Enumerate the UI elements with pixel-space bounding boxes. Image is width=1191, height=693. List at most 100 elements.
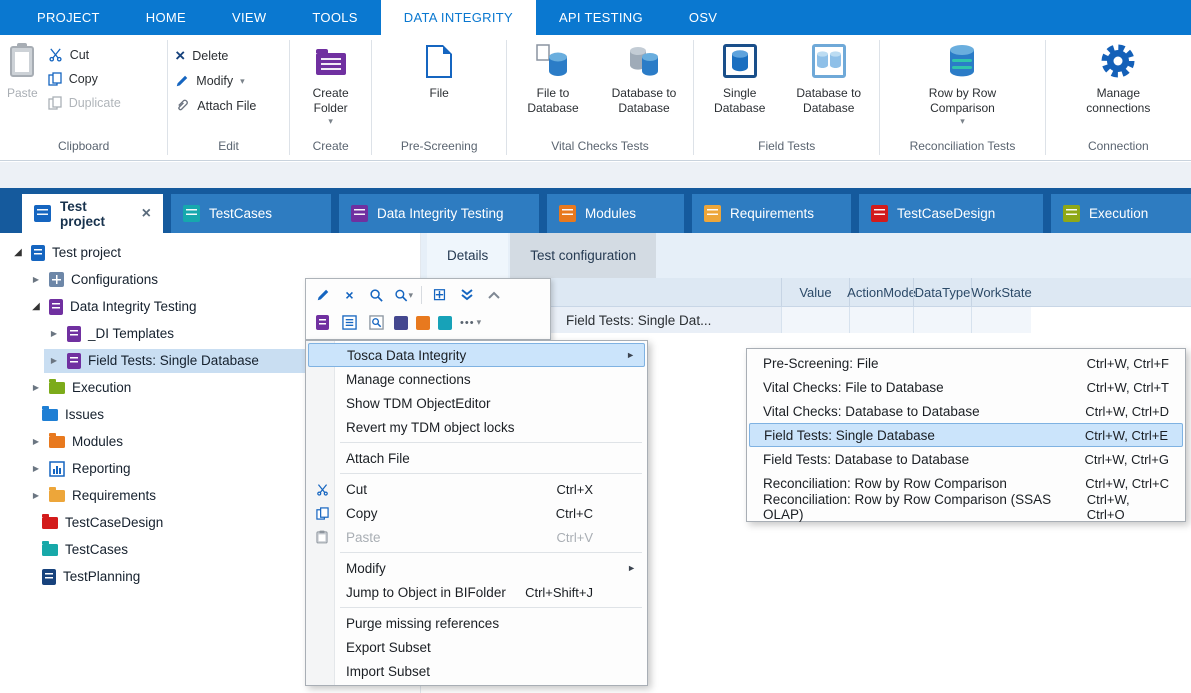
tree-label: TestCases	[65, 542, 128, 557]
chevron-collapsed-icon[interactable]: ▶	[30, 275, 42, 284]
group-label-edit: Edit	[168, 139, 289, 160]
tab-details[interactable]: Details	[427, 233, 508, 278]
submenu-item-vital-file-to-database[interactable]: Vital Checks: File to Database Ctrl+W, C…	[749, 375, 1183, 399]
tree-item-test-project[interactable]: ◢ Test project	[0, 239, 420, 266]
testcases-icon	[183, 205, 200, 222]
duplicate-button[interactable]: Duplicate	[44, 96, 125, 110]
menu-item-label: Paste	[346, 530, 381, 545]
testplanning-icon	[42, 569, 56, 585]
row-by-row-dropdown-icon[interactable]: ▾	[960, 116, 965, 127]
submenu-item-field-tests-database-to-database[interactable]: Field Tests: Database to Database Ctrl+W…	[749, 447, 1183, 471]
chevron-collapsed-icon[interactable]: ▶	[30, 464, 42, 473]
chevron-collapsed-icon[interactable]: ▶	[48, 356, 60, 365]
menu-item-tosca-data-integrity[interactable]: Tosca Data Integrity ►	[308, 343, 645, 367]
object-list-icon[interactable]	[340, 313, 359, 332]
search-dropdown-icon[interactable]: ▾	[394, 286, 413, 305]
search-box-icon[interactable]	[367, 313, 386, 332]
menu-osv[interactable]: OSV	[666, 0, 740, 35]
grid-cell-datatype[interactable]	[913, 307, 971, 333]
attach-file-button[interactable]: Attach File	[171, 98, 260, 113]
move-up-icon[interactable]	[484, 286, 503, 305]
menu-home[interactable]: HOME	[123, 0, 209, 35]
tab-modules[interactable]: Modules	[547, 194, 684, 233]
manage-connections-button[interactable]: Manage connections	[1070, 37, 1166, 139]
tab-testcasedesign[interactable]: TestCaseDesign	[859, 194, 1043, 233]
create-folder-label: Create Folder	[298, 86, 364, 116]
submenu-item-vital-database-to-database[interactable]: Vital Checks: Database to Database Ctrl+…	[749, 399, 1183, 423]
menu-separator	[340, 552, 642, 553]
expand-all-icon[interactable]: ⊞	[430, 286, 449, 305]
chevron-collapsed-icon[interactable]: ▶	[30, 437, 42, 446]
menu-item-purge-missing-references[interactable]: Purge missing references	[308, 611, 645, 635]
menu-api-testing[interactable]: API TESTING	[536, 0, 666, 35]
submenu-item-reconciliation-row-by-row-ssas[interactable]: Reconciliation: Row by Row Comparison (S…	[749, 495, 1183, 519]
submenu-item-field-tests-single-database[interactable]: Field Tests: Single Database Ctrl+W, Ctr…	[749, 423, 1183, 447]
chevron-collapsed-icon[interactable]: ▶	[30, 383, 42, 392]
menu-tools[interactable]: TOOLS	[289, 0, 380, 35]
menu-item-manage-connections[interactable]: Manage connections	[308, 367, 645, 391]
grid-col-value[interactable]: Value	[781, 278, 849, 306]
menu-item-copy[interactable]: Copy Ctrl+C	[308, 501, 645, 525]
grid-col-actionmode[interactable]: ActionMode	[849, 278, 913, 306]
paste-button[interactable]: Paste	[3, 37, 42, 139]
menu-item-modify[interactable]: Modify ►	[308, 556, 645, 580]
submenu-shortcut: Ctrl+W, Ctrl+G	[1084, 452, 1169, 467]
close-tab-icon[interactable]: ×	[136, 206, 151, 222]
menu-item-export-subset[interactable]: Export Subset	[308, 635, 645, 659]
orange-category-icon[interactable]	[416, 316, 430, 330]
file-to-database-button[interactable]: File to Database	[510, 37, 596, 139]
menu-item-import-subset[interactable]: Import Subset	[308, 659, 645, 683]
delete-button[interactable]: × Delete	[171, 47, 260, 64]
submenu-item-pre-screening-file[interactable]: Pre-Screening: File Ctrl+W, Ctrl+F	[749, 351, 1183, 375]
di-object-icon[interactable]	[313, 313, 332, 332]
create-folder-dropdown-icon[interactable]: ▾	[328, 116, 333, 127]
menu-item-paste[interactable]: Paste Ctrl+V	[308, 525, 645, 549]
tab-requirements[interactable]: Requirements	[692, 194, 851, 233]
menu-project[interactable]: PROJECT	[14, 0, 123, 35]
chevron-collapsed-icon[interactable]: ▶	[48, 329, 60, 338]
menu-item-show-tdm-objecteditor[interactable]: Show TDM ObjectEditor	[308, 391, 645, 415]
tab-test-project[interactable]: Test project ×	[22, 194, 163, 233]
tab-execution[interactable]: Execution	[1051, 194, 1191, 233]
more-options-icon[interactable]: •••▾	[460, 317, 482, 329]
tab-testcases[interactable]: TestCases	[171, 194, 331, 233]
teal-category-icon[interactable]	[438, 316, 452, 330]
manage-connections-label: Manage connections	[1074, 86, 1162, 116]
pre-screening-file-button[interactable]: File	[406, 37, 472, 139]
single-database-icon	[723, 44, 757, 78]
grid-col-workstate[interactable]: WorkState	[971, 278, 1031, 306]
menu-item-jump-to-object[interactable]: Jump to Object in BIFolder Ctrl+Shift+J	[308, 580, 645, 604]
copy-button[interactable]: Copy	[44, 72, 125, 86]
chevron-expanded-icon[interactable]: ◢	[12, 247, 24, 258]
edit-icon[interactable]	[313, 286, 332, 305]
cut-button[interactable]: Cut	[44, 47, 125, 62]
tab-data-integrity-testing[interactable]: Data Integrity Testing	[339, 194, 539, 233]
row-by-row-comparison-button[interactable]: Row by Row Comparison ▾	[906, 37, 1018, 139]
single-database-button[interactable]: Single Database	[699, 37, 781, 139]
grid-cell-actionmode[interactable]	[849, 307, 913, 333]
menu-item-attach-file[interactable]: Attach File	[308, 446, 645, 470]
chevron-collapsed-icon[interactable]: ▶	[30, 491, 42, 500]
grid-col-datatype[interactable]: DataType	[913, 278, 971, 306]
search-icon[interactable]	[367, 286, 386, 305]
modify-dropdown-icon[interactable]: ▾	[240, 76, 245, 87]
field-database-to-database-button[interactable]: Database to Database	[783, 37, 875, 139]
ribbon-group-field-tests: Single Database Database to Database Fie…	[694, 35, 879, 160]
delete-icon[interactable]: ×	[340, 286, 359, 305]
menu-item-cut[interactable]: Cut Ctrl+X	[308, 477, 645, 501]
ribbon-group-reconciliation: Row by Row Comparison ▾ Reconciliation T…	[880, 35, 1044, 160]
menu-item-revert-tdm-locks[interactable]: Revert my TDM object locks	[308, 415, 645, 439]
create-folder-icon	[316, 53, 346, 75]
menu-data-integrity[interactable]: DATA INTEGRITY	[381, 0, 536, 35]
move-down-icon[interactable]	[457, 286, 476, 305]
vital-database-to-database-button[interactable]: Database to Database	[598, 37, 690, 139]
menu-view[interactable]: VIEW	[209, 0, 289, 35]
navy-category-icon[interactable]	[394, 316, 408, 330]
create-folder-button[interactable]: Create Folder ▾	[294, 37, 368, 139]
field-tests-icon	[67, 353, 81, 369]
modify-button[interactable]: Modify ▾	[171, 74, 260, 88]
grid-cell-value[interactable]	[781, 307, 849, 333]
tab-test-configuration[interactable]: Test configuration	[510, 233, 656, 278]
grid-cell-workstate[interactable]	[971, 307, 1031, 333]
chevron-expanded-icon[interactable]: ◢	[30, 301, 42, 312]
